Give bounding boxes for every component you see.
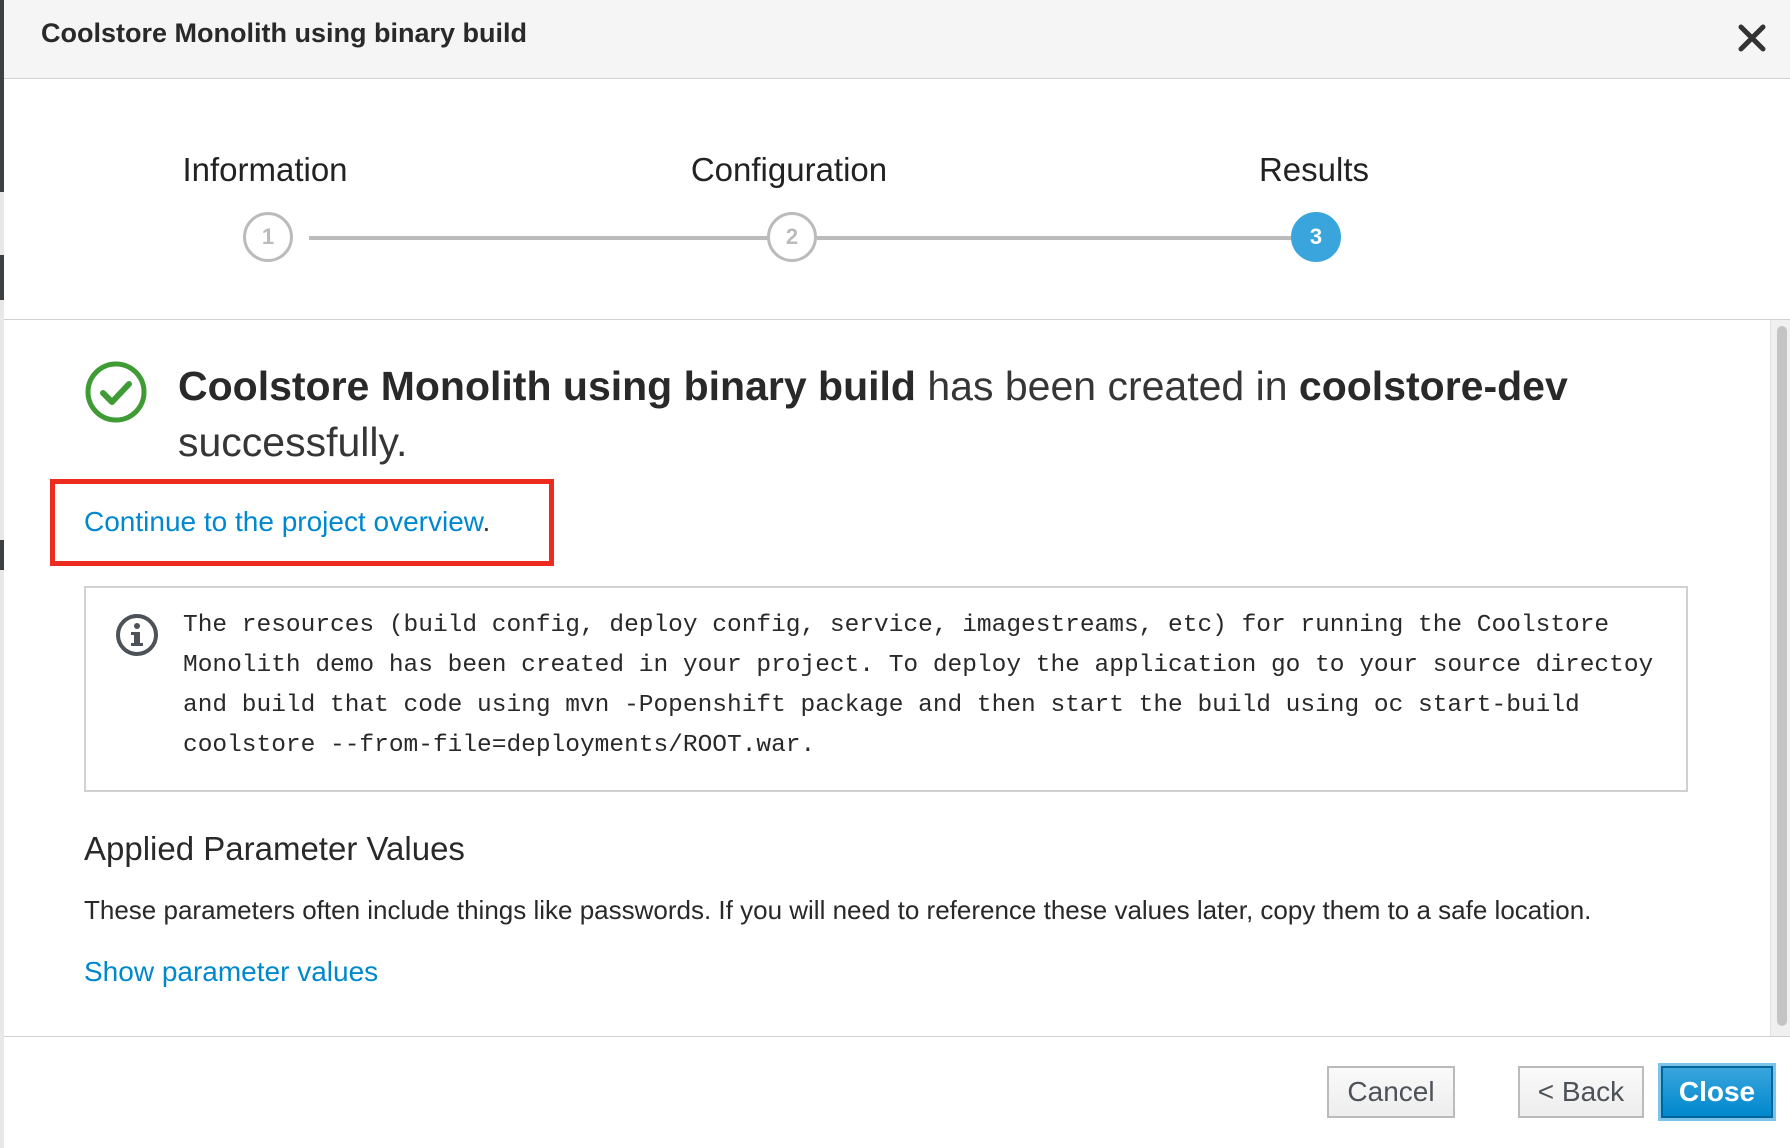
close-button[interactable]: Close bbox=[1661, 1066, 1773, 1118]
success-message: Coolstore Monolith using binary build ha… bbox=[178, 358, 1598, 470]
step-indicator-3: 3 bbox=[1291, 212, 1341, 262]
scrollbar-thumb[interactable] bbox=[1777, 326, 1787, 1026]
success-end-text: successfully. bbox=[178, 419, 408, 465]
parameters-description: These parameters often include things li… bbox=[84, 895, 1592, 925]
step-connector bbox=[309, 236, 773, 240]
step-indicator-2[interactable]: 2 bbox=[767, 212, 817, 262]
close-icon[interactable] bbox=[1734, 20, 1770, 56]
parameters-heading: Applied Parameter Values bbox=[84, 830, 465, 867]
dialog-header: Coolstore Monolith using binary build bbox=[4, 0, 1790, 79]
check-circle-icon bbox=[84, 360, 148, 429]
results-body: Coolstore Monolith using binary build ha… bbox=[4, 320, 1770, 1036]
cancel-button[interactable]: Cancel bbox=[1327, 1066, 1455, 1118]
dialog-footer: Cancel < Back Close bbox=[4, 1036, 1790, 1148]
step-label-information: Information bbox=[182, 151, 348, 188]
step-connector bbox=[817, 236, 1293, 240]
project-overview-link-container: Continue to the project overview. bbox=[84, 506, 490, 538]
info-circle-icon bbox=[115, 613, 159, 662]
project-overview-link[interactable]: Continue to the project overview bbox=[84, 506, 482, 537]
wizard-steps: Information 1 Configuration 2 Results 3 bbox=[4, 79, 1790, 320]
link-suffix: . bbox=[482, 506, 491, 537]
wizard-dialog: Coolstore Monolith using binary build In… bbox=[4, 0, 1790, 1148]
dialog-title: Coolstore Monolith using binary build bbox=[41, 18, 527, 48]
step-indicator-1[interactable]: 1 bbox=[243, 212, 293, 262]
project-name: coolstore-dev bbox=[1298, 363, 1568, 409]
success-middle-text: has been created in bbox=[915, 363, 1299, 409]
step-label-configuration: Configuration bbox=[690, 151, 888, 188]
template-name: Coolstore Monolith using binary build bbox=[178, 363, 916, 409]
info-alert: The resources (build config, deploy conf… bbox=[84, 586, 1688, 792]
back-button[interactable]: < Back bbox=[1518, 1066, 1644, 1118]
scrollbar[interactable] bbox=[1770, 320, 1790, 1036]
show-parameter-values-link[interactable]: Show parameter values bbox=[84, 956, 378, 988]
info-message: The resources (build config, deploy conf… bbox=[183, 612, 1654, 759]
step-label-results: Results bbox=[1258, 151, 1370, 188]
